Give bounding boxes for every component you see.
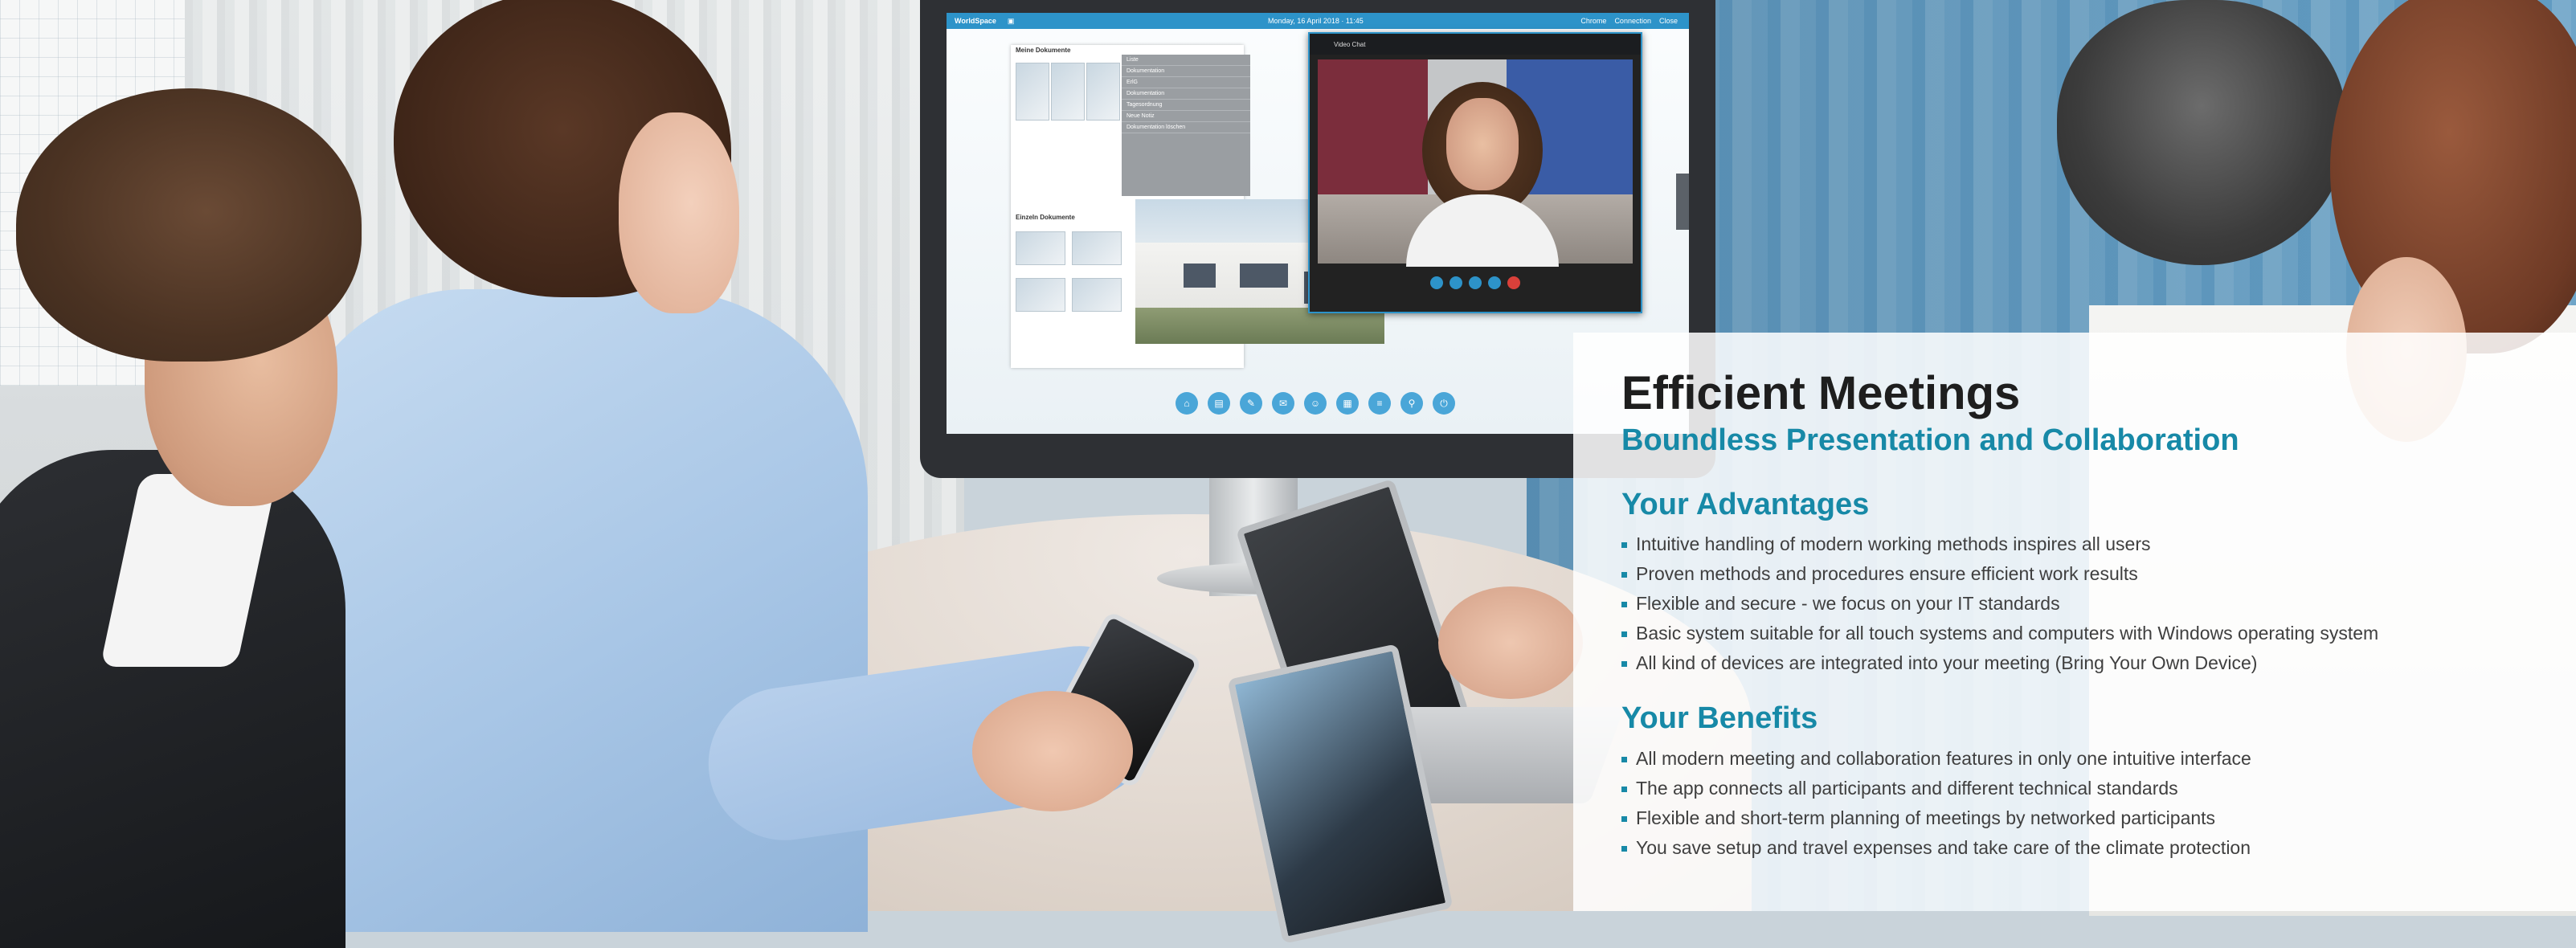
bullet-icon xyxy=(1621,661,1627,668)
list-item: Flexible and short-term planning of meet… xyxy=(1621,803,2545,833)
list-item: Intuitive handling of modern working met… xyxy=(1621,529,2545,559)
menu-item[interactable]: Tagesordnung xyxy=(1122,100,1250,111)
app-titlebar: WorldSpace ▣ Monday, 16 April 2018 · 11:… xyxy=(947,13,1689,29)
link-icon[interactable]: ⚲ xyxy=(1400,392,1423,415)
titlebar-actions: Chrome Connection Close xyxy=(1580,17,1678,25)
bottom-dock: ⌂ ▤ ✎ ✉ ☺ ▦ ≡ ⚲ ⏻ xyxy=(1176,392,1455,415)
panel-title-2: Einzeln Dokumente xyxy=(1016,214,1075,221)
video-window-header: Video Chat xyxy=(1310,34,1641,55)
settings-icon[interactable] xyxy=(1488,276,1501,289)
advantages-list: Intuitive handling of modern working met… xyxy=(1621,529,2545,678)
document-thumbnail[interactable] xyxy=(1072,278,1122,312)
woman-hand xyxy=(972,691,1133,811)
bullet-icon xyxy=(1621,631,1627,638)
page-title: Efficient Meetings xyxy=(1621,367,2021,419)
list-item: You save setup and travel expenses and t… xyxy=(1621,833,2545,863)
woman-face xyxy=(619,112,739,313)
app-name: WorldSpace xyxy=(955,17,996,25)
document-thumbnail[interactable] xyxy=(1086,63,1120,121)
close-button[interactable]: Close xyxy=(1659,17,1678,25)
menu-item[interactable]: Dokumentation löschen xyxy=(1122,122,1250,133)
list-item: All modern meeting and collaboration fea… xyxy=(1621,744,2545,774)
side-drawer-tab[interactable] xyxy=(1676,174,1689,230)
video-window-title: Video Chat xyxy=(1334,40,1366,48)
share-icon[interactable] xyxy=(1469,276,1482,289)
document-thumbnail[interactable] xyxy=(1051,63,1085,121)
power-icon[interactable]: ⏻ xyxy=(1433,392,1455,415)
list-item: All kind of devices are integrated into … xyxy=(1621,648,2545,678)
bullet-icon xyxy=(1621,572,1627,578)
house-window xyxy=(1240,264,1288,288)
app-logo-icon: ▣ xyxy=(1007,16,1015,25)
chat-icon[interactable]: ✉ xyxy=(1272,392,1294,415)
list-item-text: The app connects all participants and di… xyxy=(1636,778,2178,799)
house-window xyxy=(1184,264,1216,288)
microphone-icon[interactable] xyxy=(1450,276,1462,289)
list-item-text: You save setup and travel expenses and t… xyxy=(1636,837,2251,859)
bullet-icon xyxy=(1621,542,1627,549)
benefits-title: Your Benefits xyxy=(1621,701,1818,736)
video-call-window[interactable]: Video Chat xyxy=(1308,32,1642,313)
list-item-text: All modern meeting and collaboration fea… xyxy=(1636,748,2251,770)
document-thumbnail[interactable] xyxy=(1016,231,1065,265)
hand-on-laptop xyxy=(1438,586,1583,699)
menu-item[interactable]: Neue Notiz xyxy=(1122,111,1250,122)
bullet-icon xyxy=(1621,602,1627,608)
man-right-head xyxy=(2057,0,2346,265)
page-subtitle: Boundless Presentation and Collaboration xyxy=(1621,423,2239,457)
document-thumbnail[interactable] xyxy=(1016,278,1065,312)
bullet-icon xyxy=(1621,846,1627,852)
user-icon[interactable]: ☺ xyxy=(1304,392,1327,415)
list-item-text: All kind of devices are integrated into … xyxy=(1636,652,2258,674)
list-item-text: Proven methods and procedures ensure eff… xyxy=(1636,563,2138,585)
list-item: Flexible and secure - we focus on your I… xyxy=(1621,589,2545,619)
menu-item[interactable]: ErlG xyxy=(1122,77,1250,88)
chrome-button[interactable]: Chrome xyxy=(1580,17,1606,25)
man-left-hair xyxy=(16,88,362,362)
document-icon[interactable]: ▤ xyxy=(1208,392,1230,415)
list-icon[interactable]: ≡ xyxy=(1368,392,1391,415)
bullet-icon xyxy=(1621,787,1627,793)
list-item-text: Basic system suitable for all touch syst… xyxy=(1636,623,2379,644)
list-item-text: Flexible and secure - we focus on your I… xyxy=(1636,593,2060,615)
list-item: The app connects all participants and di… xyxy=(1621,774,2545,803)
advantages-title: Your Advantages xyxy=(1621,487,1870,521)
bullet-icon xyxy=(1621,816,1627,823)
document-thumbnail[interactable] xyxy=(1072,231,1122,265)
bullet-icon xyxy=(1621,757,1627,763)
document-context-menu: Liste Dokumentation ErlG Dokumentation T… xyxy=(1122,55,1250,196)
benefits-list: All modern meeting and collaboration fea… xyxy=(1621,744,2545,863)
list-item-text: Flexible and short-term planning of meet… xyxy=(1636,807,2216,829)
connection-button[interactable]: Connection xyxy=(1614,17,1651,25)
menu-item[interactable]: Dokumentation xyxy=(1122,88,1250,100)
pen-icon[interactable]: ✎ xyxy=(1240,392,1262,415)
menu-item[interactable]: Dokumentation xyxy=(1122,66,1250,77)
calendar-icon[interactable]: ▦ xyxy=(1336,392,1359,415)
list-item: Proven methods and procedures ensure eff… xyxy=(1621,559,2545,589)
marketing-content: Efficient Meetings Boundless Presentatio… xyxy=(1621,368,2545,863)
panel-title: Meine Dokumente xyxy=(1016,47,1071,54)
menu-item[interactable]: Liste xyxy=(1122,55,1250,66)
camera-icon[interactable] xyxy=(1430,276,1443,289)
hang-up-icon[interactable] xyxy=(1507,276,1520,289)
participant-face xyxy=(1446,98,1519,190)
video-controls xyxy=(1430,276,1520,289)
home-icon[interactable]: ⌂ xyxy=(1176,392,1198,415)
app-date: Monday, 16 April 2018 · 11:45 xyxy=(1268,17,1364,25)
list-item: Basic system suitable for all touch syst… xyxy=(1621,619,2545,648)
document-thumbnail[interactable] xyxy=(1016,63,1049,121)
list-item-text: Intuitive handling of modern working met… xyxy=(1636,533,2151,555)
